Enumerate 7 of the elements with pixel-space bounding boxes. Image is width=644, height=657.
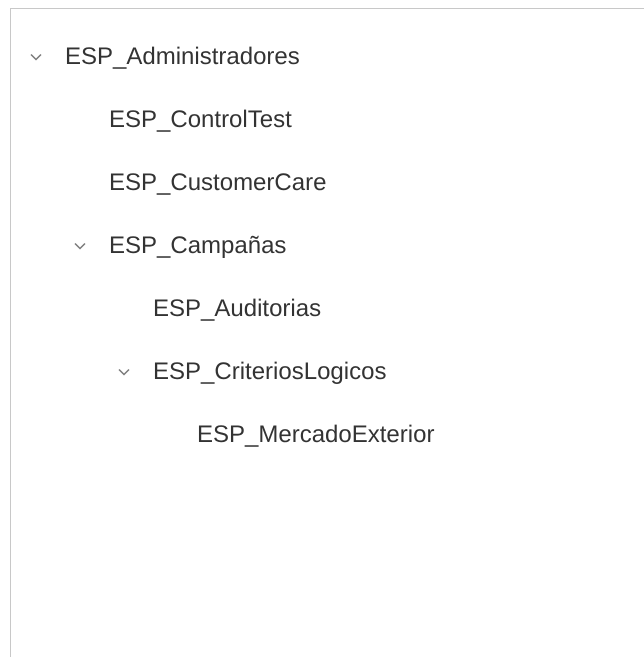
tree-item[interactable]: ESP_ControlTest <box>109 102 292 138</box>
tree-item[interactable]: ESP_Administradores <box>65 38 300 74</box>
tree-item[interactable]: ESP_CustomerCare <box>109 164 326 200</box>
tree-item[interactable]: ESP_MercadoExterior <box>197 416 434 452</box>
tree-item[interactable]: ESP_CriteriosLogicos <box>153 354 386 390</box>
tree-item[interactable]: ESP_Auditorias <box>153 290 322 326</box>
tree-item[interactable]: ESP_Campañas <box>109 228 286 264</box>
